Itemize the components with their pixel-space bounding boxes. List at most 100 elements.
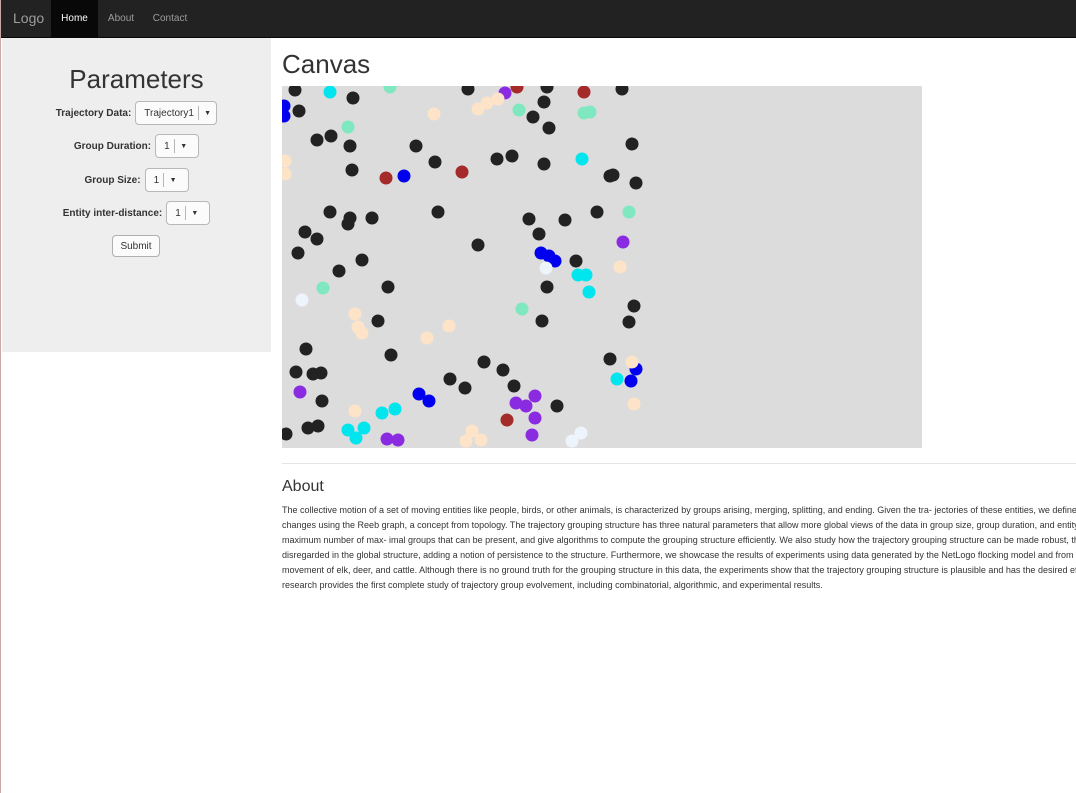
nav-contact[interactable]: Contact xyxy=(144,0,196,37)
brand-logo[interactable]: Logo xyxy=(13,10,44,26)
entity-dot-black xyxy=(540,86,554,94)
chevron-down-icon: ▼ xyxy=(163,173,182,187)
trajectory-data-select[interactable]: Trajectory1 ▼ xyxy=(135,101,218,125)
entity-dot-black xyxy=(569,254,583,268)
entity-dot-brown xyxy=(379,171,393,185)
group-size-label: Group Size: xyxy=(84,174,141,186)
entity-dot-black xyxy=(507,379,521,393)
entity-dot-black xyxy=(310,133,324,147)
group-duration-select[interactable]: 1 ▼ xyxy=(155,134,200,158)
entity-inter-distance-select[interactable]: 1 ▼ xyxy=(166,201,211,225)
about-line: disregarded in the global structure, add… xyxy=(282,550,1076,560)
entity-dot-bisque xyxy=(613,260,627,274)
entity-dot-black xyxy=(428,155,442,169)
about-line: The collective motion of a set of moving… xyxy=(282,505,1076,515)
entity-dot-black xyxy=(526,110,540,124)
trajectory-canvas[interactable] xyxy=(282,86,922,448)
nav-home[interactable]: Home xyxy=(51,0,98,37)
entity-dot-purple xyxy=(380,432,394,446)
entity-dot-bisque xyxy=(427,107,441,121)
entity-dot-brown xyxy=(510,86,524,94)
entity-dot-black xyxy=(532,227,546,241)
entity-dot-bisque xyxy=(625,355,639,369)
chevron-down-icon: ▼ xyxy=(173,139,193,153)
entity-dot-bisque xyxy=(627,397,641,411)
entity-dot-purple xyxy=(519,399,533,413)
entity-dot-black xyxy=(590,205,604,219)
group-duration-label: Group Duration: xyxy=(73,140,152,152)
about-line: research provides the first complete stu… xyxy=(282,580,823,590)
trajectory-data-value: Trajectory1 xyxy=(144,107,194,119)
divider xyxy=(282,463,1076,464)
entity-dot-bisque xyxy=(282,167,292,181)
entity-dot-black xyxy=(371,314,385,328)
entity-dot-blue xyxy=(624,374,638,388)
entity-dot-black xyxy=(332,264,346,278)
entity-dot-bisque xyxy=(474,433,488,447)
entity-dot-black xyxy=(505,149,519,163)
submit-button[interactable]: Submit xyxy=(112,235,160,257)
entity-dot-black xyxy=(324,129,338,143)
entity-dot-aliceblue xyxy=(574,426,588,440)
about-line: maximum number of max- imal groups that … xyxy=(282,535,1076,545)
entity-dot-black xyxy=(314,366,328,380)
entity-dot-black xyxy=(490,152,504,166)
entity-dot-black xyxy=(384,348,398,362)
entity-dot-black xyxy=(289,365,303,379)
entity-dot-aquamarine xyxy=(512,103,526,117)
entity-dot-cyan xyxy=(579,268,593,282)
entity-dot-purple xyxy=(525,428,539,442)
entity-dot-bisque xyxy=(459,434,473,448)
entity-dot-black xyxy=(535,314,549,328)
about-line: changes using the Reeb graph, a concept … xyxy=(282,520,1076,530)
entity-dot-black xyxy=(443,372,457,386)
entity-dot-cyan xyxy=(610,372,624,386)
entity-dot-aquamarine xyxy=(316,281,330,295)
entity-dot-bisque xyxy=(355,326,369,340)
entity-dot-black xyxy=(537,95,551,109)
entity-dot-aquamarine xyxy=(383,86,397,94)
entity-dot-black xyxy=(540,280,554,294)
entity-dot-brown xyxy=(455,165,469,179)
entity-dot-black xyxy=(615,86,629,96)
entity-inter-distance-label: Entity inter-distance: xyxy=(62,207,163,219)
entity-dot-bisque xyxy=(442,319,456,333)
entity-dot-purple xyxy=(528,389,542,403)
entity-dot-black xyxy=(343,139,357,153)
entity-dot-black xyxy=(292,104,306,118)
entity-dot-cyan xyxy=(582,285,596,299)
entity-dot-bisque xyxy=(282,154,292,168)
nav-about[interactable]: About xyxy=(98,0,144,37)
group-size-row: Group Size: 1 ▼ xyxy=(2,167,271,193)
entity-dot-black xyxy=(458,381,472,395)
entity-dot-black xyxy=(323,205,337,219)
entity-dot-purple xyxy=(528,411,542,425)
group-duration-row: Group Duration: 1 ▼ xyxy=(2,133,271,159)
entity-dot-black xyxy=(288,86,302,97)
trajectory-data-label: Trajectory Data: xyxy=(55,107,132,119)
entity-dot-aquamarine xyxy=(341,120,355,134)
entity-dot-brown xyxy=(577,86,591,99)
canvas-title: Canvas xyxy=(282,49,371,79)
entity-dot-black xyxy=(311,419,325,433)
entity-dot-purple xyxy=(391,433,405,447)
entity-dot-black xyxy=(299,342,313,356)
entity-dot-black xyxy=(282,427,293,441)
entity-dot-black xyxy=(346,91,360,105)
navbar: Logo Home About Contact xyxy=(1,0,1076,38)
entity-dot-black xyxy=(477,355,491,369)
entity-dot-black xyxy=(550,399,564,413)
entity-dot-purple xyxy=(293,385,307,399)
entity-dot-bisque xyxy=(491,92,505,106)
entity-dot-black xyxy=(365,211,379,225)
entity-inter-distance-value: 1 xyxy=(175,207,181,219)
entity-dot-black xyxy=(558,213,572,227)
group-size-value: 1 xyxy=(153,174,160,186)
entity-dot-black xyxy=(542,121,556,135)
entity-dot-black xyxy=(343,211,357,225)
entity-dot-black xyxy=(627,299,641,313)
entity-dot-black xyxy=(625,137,639,151)
group-size-select[interactable]: 1 ▼ xyxy=(144,168,189,192)
about-paragraph: The collective motion of a set of moving… xyxy=(282,503,1076,593)
parameters-panel: Parameters Trajectory Data: Trajectory1 … xyxy=(2,38,271,352)
